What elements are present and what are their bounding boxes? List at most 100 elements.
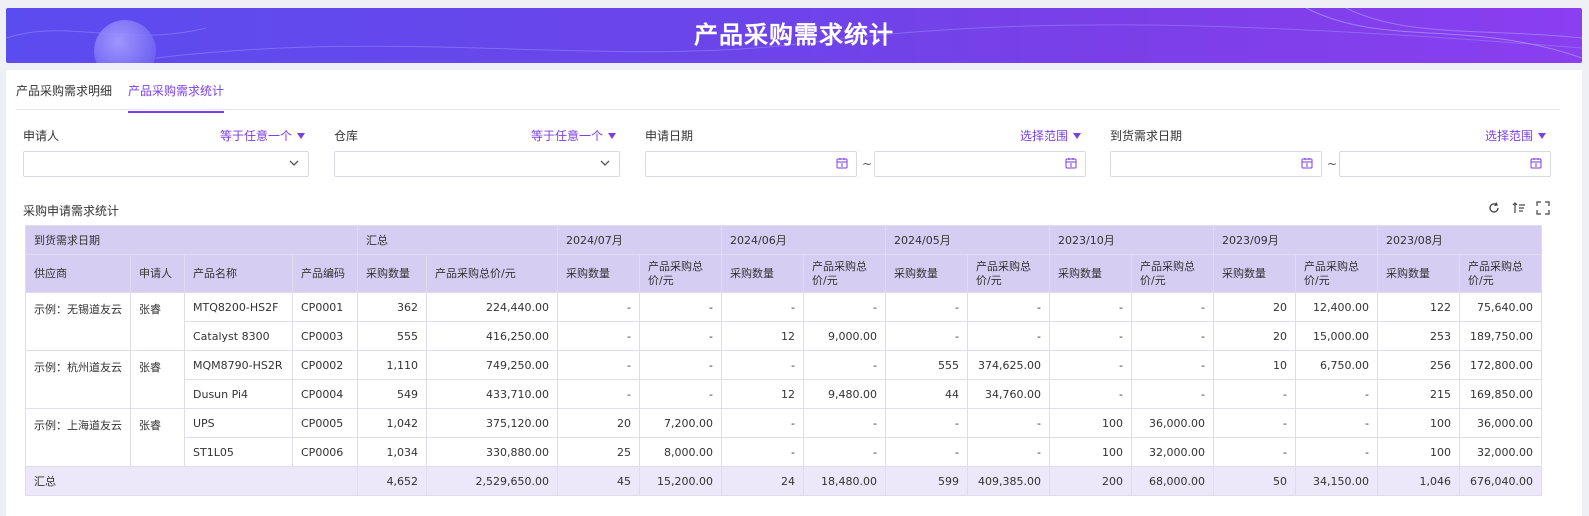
- cell-amount: 15,000.00: [1295, 321, 1378, 351]
- cell-amount: 12,400.00: [1295, 292, 1378, 322]
- caret-down-icon: [608, 133, 617, 139]
- cell-amount: -: [803, 437, 886, 467]
- cell-amount: -: [1295, 379, 1378, 409]
- header-supplier[interactable]: 供应商: [25, 254, 131, 293]
- header-total: 汇总: [357, 225, 558, 255]
- header-product-code[interactable]: 产品编码: [292, 254, 358, 293]
- cell-amount: -: [1295, 437, 1378, 467]
- cell-qty: 100: [1049, 437, 1132, 467]
- cell-product-code: CP0003: [292, 321, 358, 351]
- cell-qty: -: [1213, 379, 1296, 409]
- tab-statistics[interactable]: 产品采购需求统计: [128, 82, 225, 113]
- table-row: Dusun Pi4 CP0004 549 433,710.00- -12 9,480.00…: [26, 379, 1542, 409]
- filter-warehouse-label: 仓库: [334, 129, 359, 143]
- header-qty[interactable]: 采购数量: [885, 254, 968, 293]
- header-qty[interactable]: 采购数量: [557, 254, 640, 293]
- header-amount[interactable]: 产品采购总价/元: [1131, 254, 1214, 293]
- cell-amount: 7,200.00: [639, 408, 722, 438]
- filter-applicant-select[interactable]: [23, 151, 309, 177]
- header-amount[interactable]: 产品采购总价/元: [639, 254, 722, 293]
- header-amount[interactable]: 产品采购总价/元: [1459, 254, 1542, 293]
- header-applicant[interactable]: 申请人: [130, 254, 185, 293]
- cell-amount: 433,710.00: [426, 379, 558, 409]
- cell-applicant: 张睿: [130, 350, 185, 409]
- header-qty[interactable]: 采购数量: [1049, 254, 1132, 293]
- cell-qty: 100: [1049, 408, 1132, 438]
- cell-applicant: 张睿: [130, 408, 185, 467]
- cell-amount: -: [1131, 292, 1214, 322]
- header-month: 2023/10月: [1049, 225, 1214, 255]
- cell-amount: -: [639, 350, 722, 380]
- cell-amount: -: [967, 408, 1050, 438]
- header-qty[interactable]: 采购数量: [1213, 254, 1296, 293]
- cell-supplier: 示例：无锡道友云: [25, 292, 131, 351]
- cell-product-name: Dusun Pi4: [184, 379, 293, 409]
- cell-qty: -: [721, 292, 804, 322]
- cell-qty: -: [1049, 350, 1132, 380]
- cell-product-code: CP0002: [292, 350, 358, 380]
- arrival-date-start-input[interactable]: [1110, 151, 1322, 177]
- cell-amount: 6,750.00: [1295, 350, 1378, 380]
- cell-qty: 12: [721, 321, 804, 351]
- calendar-icon: [836, 158, 848, 169]
- total-row: 汇总 4,652 2,529,650.00 45 15,200.00 24 18,480.0…: [25, 466, 1542, 496]
- cell-amount: 375,120.00: [426, 408, 558, 438]
- cell-amount: 416,250.00: [426, 321, 558, 351]
- cell-amount: 172,800.00: [1459, 350, 1542, 380]
- cell-qty: 25: [557, 437, 640, 467]
- filter-warehouse-select[interactable]: [334, 151, 620, 177]
- header-month: 2024/07月: [557, 225, 722, 255]
- cell-product-code: CP0001: [292, 292, 358, 322]
- cell-amount: 36,000.00: [1459, 408, 1542, 438]
- cell-amount: -: [967, 292, 1050, 322]
- apply-date-start-input[interactable]: [645, 151, 857, 177]
- apply-date-end-input[interactable]: [874, 151, 1086, 177]
- cell-amount: -: [639, 321, 722, 351]
- cell-total-label: 汇总: [25, 466, 358, 496]
- cell-amount: 374,625.00: [967, 350, 1050, 380]
- arrival-date-end-input[interactable]: [1339, 151, 1551, 177]
- filter-warehouse-operator[interactable]: 等于任意一个: [531, 127, 617, 144]
- cell-qty: -: [1049, 379, 1132, 409]
- cell-product-name: ST1L05: [184, 437, 293, 467]
- cell-amount: -: [1131, 379, 1214, 409]
- sort-icon[interactable]: [1512, 201, 1526, 215]
- header-amount[interactable]: 产品采购总价/元: [967, 254, 1050, 293]
- tab-bar: 产品采购需求明细 产品采购需求统计: [16, 70, 1560, 113]
- cell-amount: 224,440.00: [426, 292, 558, 322]
- cell-qty: -: [721, 350, 804, 380]
- filter-applicant-operator[interactable]: 等于任意一个: [220, 127, 306, 144]
- cell-amount: 36,000.00: [1131, 408, 1214, 438]
- cell-qty: 253: [1377, 321, 1460, 351]
- filter-apply-date-operator[interactable]: 选择范围: [1020, 127, 1082, 144]
- cell-amount: -: [1131, 350, 1214, 380]
- header-amount[interactable]: 产品采购总价/元: [426, 254, 558, 293]
- page-title: 产品采购需求统计: [694, 21, 894, 49]
- cell-product-code: CP0005: [292, 408, 358, 438]
- header-product-name[interactable]: 产品名称: [184, 254, 293, 293]
- refresh-icon[interactable]: [1487, 201, 1501, 215]
- header-month: 2024/06月: [721, 225, 886, 255]
- cell-amount: -: [803, 350, 886, 380]
- cell-qty: -: [885, 321, 968, 351]
- header-amount[interactable]: 产品采购总价/元: [803, 254, 886, 293]
- cell-product-name: MTQ8200-HS2F: [184, 292, 293, 322]
- cell-amount: 8,000.00: [639, 437, 722, 467]
- header-qty[interactable]: 采购数量: [1377, 254, 1460, 293]
- header-qty[interactable]: 采购数量: [357, 254, 427, 293]
- chevron-down-icon: [289, 160, 299, 166]
- table-row: 示例：无锡道友云 张睿 MTQ8200-HS2F CP0001 362 224,440.0…: [25, 292, 1542, 351]
- header-qty[interactable]: 采购数量: [721, 254, 804, 293]
- tab-detail[interactable]: 产品采购需求明细: [16, 82, 112, 111]
- header-amount[interactable]: 产品采购总价/元: [1295, 254, 1378, 293]
- cell-total-qty: 599: [885, 466, 968, 496]
- cell-total-amount: 15,200.00: [639, 466, 722, 496]
- cell-qty: 362: [357, 292, 427, 322]
- chevron-down-icon: [600, 160, 610, 166]
- fullscreen-icon[interactable]: [1536, 201, 1550, 215]
- cell-amount: 330,880.00: [426, 437, 558, 467]
- cell-product-code: CP0004: [292, 379, 358, 409]
- filter-arrival-date-operator[interactable]: 选择范围: [1485, 127, 1547, 144]
- main-panel: 产品采购需求明细 产品采购需求统计 申请人 等于任意一个 仓库 等于任意一个 申…: [6, 70, 1582, 516]
- cell-total-amount: 676,040.00: [1459, 466, 1542, 496]
